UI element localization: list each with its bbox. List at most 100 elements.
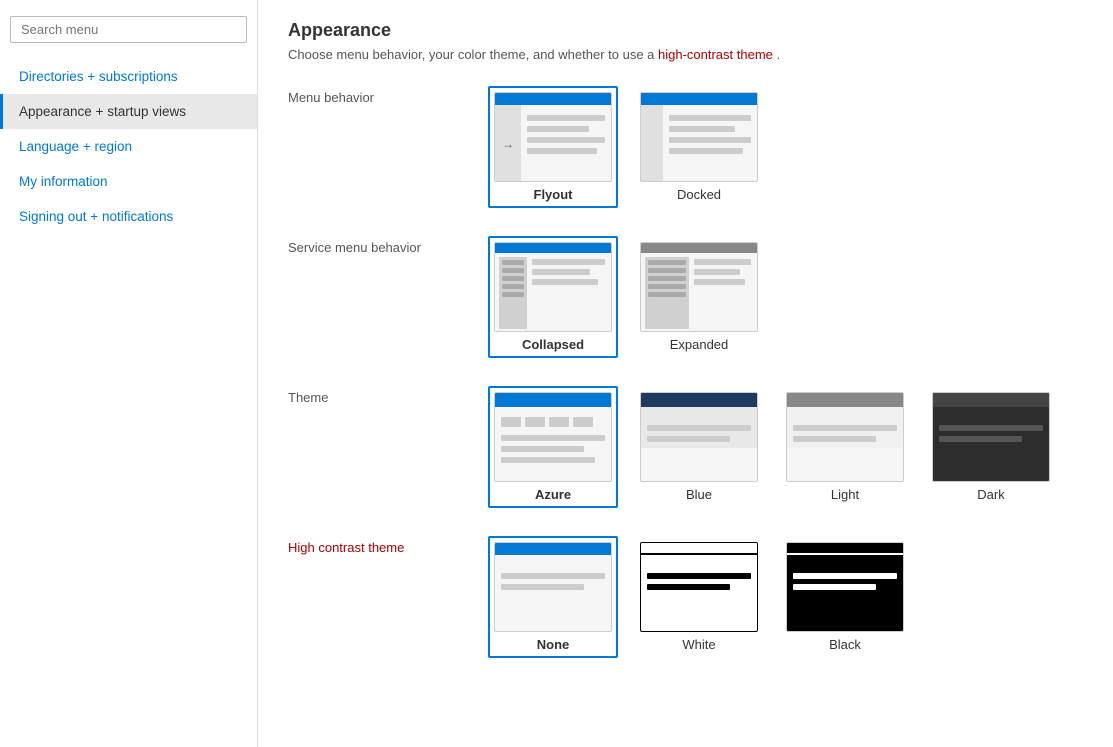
line (501, 457, 595, 463)
service-menu-options: Collapsed (488, 236, 764, 358)
line (669, 148, 743, 154)
option-none[interactable]: None (488, 536, 618, 658)
docked-label: Docked (640, 187, 758, 202)
line (793, 425, 897, 431)
dark-lines (939, 425, 1043, 442)
high-contrast-options: None (488, 536, 910, 658)
search-box (10, 16, 247, 43)
azure-topbar (495, 393, 611, 407)
line (647, 584, 730, 590)
white-preview (640, 542, 758, 632)
azure-lines (501, 435, 605, 463)
line (527, 148, 597, 154)
white-topbar (641, 543, 757, 555)
sidebar-item-language[interactable]: Language + region (0, 129, 257, 164)
blue-preview (640, 392, 758, 482)
white-label: White (640, 637, 758, 652)
light-content (787, 407, 903, 448)
none-topbar (495, 543, 611, 555)
option-azure[interactable]: Azure (488, 386, 618, 508)
high-contrast-section: High contrast theme (288, 536, 1083, 658)
black-preview (786, 542, 904, 632)
collapsed-topbar (495, 243, 611, 253)
light-topbar (787, 393, 903, 407)
black-topbar (787, 543, 903, 555)
main-content: Appearance Choose menu behavior, your co… (258, 0, 1113, 747)
line (694, 269, 740, 275)
collapsed-preview (494, 242, 612, 332)
docked-preview (640, 92, 758, 182)
dark-content (933, 407, 1049, 448)
expanded-label: Expanded (640, 337, 758, 352)
black-label: Black (786, 637, 904, 652)
flyout-preview: → (494, 92, 612, 182)
option-black[interactable]: Black (780, 536, 910, 658)
azure-label: Azure (494, 487, 612, 502)
docked-topbar (641, 93, 757, 105)
service-menu-section: Service menu behavior (288, 236, 1083, 358)
flyout-label: Flyout (494, 187, 612, 202)
option-white[interactable]: White (634, 536, 764, 658)
line (793, 573, 897, 579)
menu-behavior-options: → Flyout (488, 86, 764, 208)
line (527, 126, 589, 132)
docked-content (663, 105, 757, 182)
azure-grid (501, 417, 605, 427)
collapsed-body (495, 253, 611, 332)
theme-section: Theme (288, 386, 1083, 508)
azure-content (495, 407, 611, 469)
line (647, 436, 730, 442)
search-input[interactable] (10, 16, 247, 43)
dark-label: Dark (932, 487, 1050, 502)
menu-behavior-section: Menu behavior → (288, 86, 1083, 208)
collapsed-content (530, 257, 607, 329)
sidebar-item-myinfo[interactable]: My information (0, 164, 257, 199)
expanded-preview (640, 242, 758, 332)
line (532, 259, 605, 265)
expanded-svc (645, 257, 689, 329)
flyout-arrow: → (495, 105, 521, 182)
none-content (495, 555, 611, 596)
flyout-content (521, 105, 611, 182)
option-docked[interactable]: Docked (634, 86, 764, 208)
option-dark[interactable]: Dark (926, 386, 1056, 508)
high-contrast-link[interactable]: high-contrast theme (658, 47, 773, 62)
blue-topbar (641, 393, 757, 407)
option-expanded[interactable]: Expanded (634, 236, 764, 358)
sidebar-item-appearance[interactable]: Appearance + startup views (0, 94, 257, 129)
expanded-content (692, 257, 753, 329)
sidebar-item-signout[interactable]: Signing out + notifications (0, 199, 257, 234)
white-lines (647, 573, 751, 590)
line (939, 436, 1022, 442)
line (501, 584, 584, 590)
blue-label: Blue (640, 487, 758, 502)
sidebar: Directories + subscriptions Appearance +… (0, 0, 258, 747)
line (501, 573, 605, 579)
line (532, 279, 598, 285)
expanded-topbar (641, 243, 757, 253)
high-contrast-section-label: High contrast theme (288, 536, 488, 555)
line (501, 435, 605, 441)
collapsed-label: Collapsed (494, 337, 612, 352)
blue-content (641, 407, 757, 448)
option-light[interactable]: Light (780, 386, 910, 508)
flyout-lines (527, 115, 605, 154)
sidebar-item-directories[interactable]: Directories + subscriptions (0, 59, 257, 94)
dark-topbar (933, 393, 1049, 407)
docked-side (641, 105, 663, 182)
line (669, 137, 751, 143)
flyout-topbar (495, 93, 611, 105)
option-collapsed[interactable]: Collapsed (488, 236, 618, 358)
line (527, 137, 605, 143)
line (647, 573, 751, 579)
none-preview (494, 542, 612, 632)
page-description: Choose menu behavior, your color theme, … (288, 47, 1083, 62)
light-label: Light (786, 487, 904, 502)
line (501, 446, 584, 452)
light-lines (793, 425, 897, 442)
line (669, 126, 735, 132)
theme-label: Theme (288, 386, 488, 405)
option-flyout[interactable]: → Flyout (488, 86, 618, 208)
option-blue[interactable]: Blue (634, 386, 764, 508)
page-title: Appearance (288, 20, 1083, 41)
